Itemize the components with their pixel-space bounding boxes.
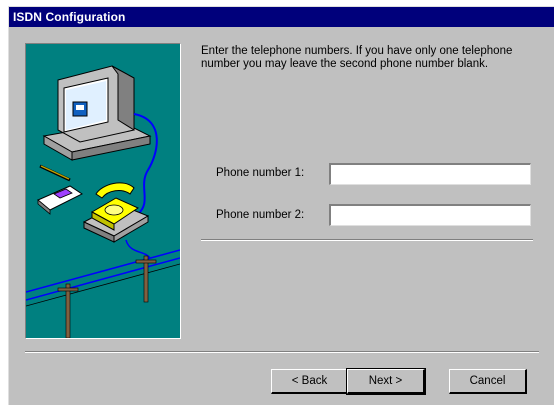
instructions-text: Enter the telephone numbers. If you have…: [201, 45, 513, 70]
window-title: ISDN Configuration: [13, 10, 126, 24]
phone-number-1-label: Phone number 1:: [216, 167, 305, 179]
content-divider: [201, 239, 533, 241]
isdn-configuration-dialog: ISDN Configuration Enter the telephone n…: [8, 6, 554, 405]
cancel-button[interactable]: Cancel: [449, 369, 527, 394]
button-divider: [25, 351, 539, 353]
computer-icon: [42, 65, 152, 161]
title-bar[interactable]: ISDN Configuration: [9, 7, 554, 27]
back-button[interactable]: < Back: [271, 369, 349, 394]
next-button[interactable]: Next >: [346, 368, 426, 395]
phone-number-1-field[interactable]: [329, 163, 531, 185]
phone-number-2-field[interactable]: [329, 204, 531, 226]
wizard-illustration: [25, 43, 181, 339]
phone-number-2-label: Phone number 2:: [216, 209, 305, 221]
